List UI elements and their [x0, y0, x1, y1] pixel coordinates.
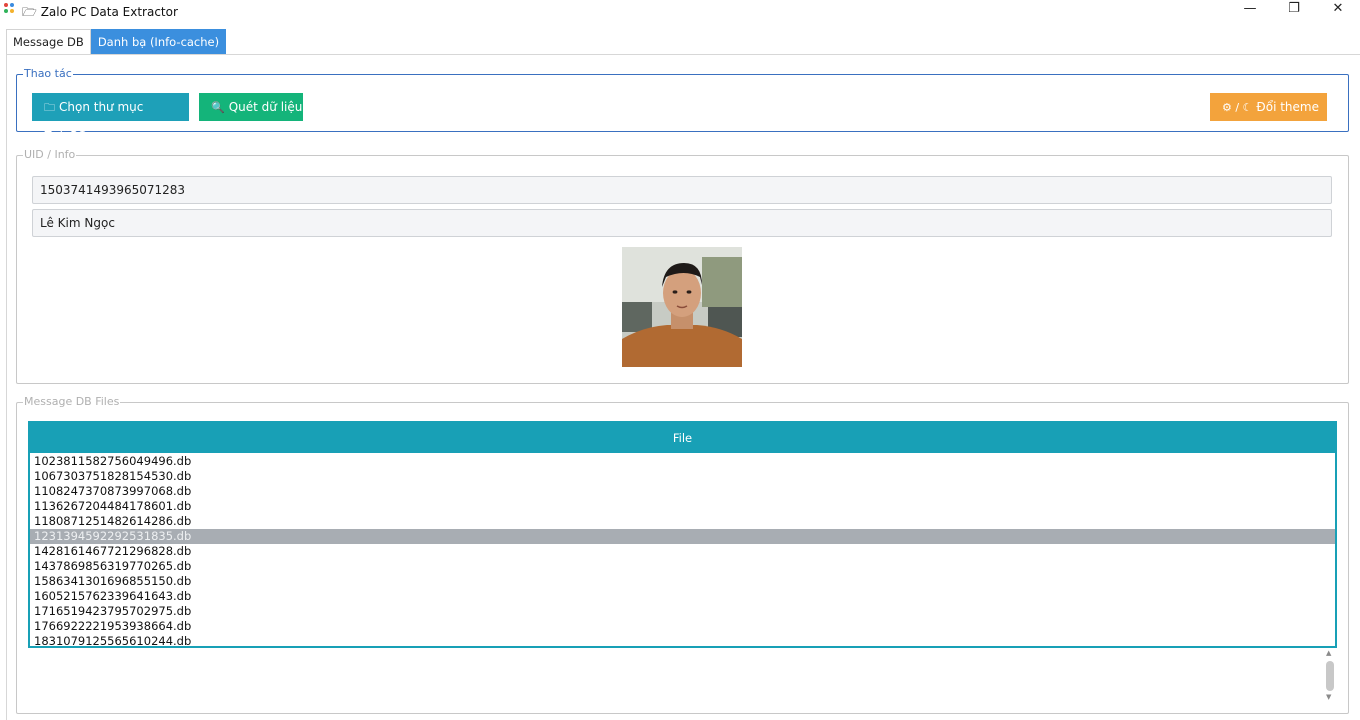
- maximize-button[interactable]: ❐: [1272, 0, 1316, 20]
- name-field[interactable]: Lê Kim Ngọc: [32, 209, 1332, 237]
- tab-message-db[interactable]: Message DB: [6, 29, 91, 54]
- actions-group-title: Thao tác: [23, 67, 73, 81]
- table-row[interactable]: 1586341301696855150.db: [30, 574, 1335, 589]
- tab-contacts-info-cache[interactable]: Danh bạ (Info-cache): [90, 29, 227, 54]
- scroll-up-arrow-icon[interactable]: ▲: [1326, 649, 1331, 657]
- table-row[interactable]: 1831079125565610244.db: [30, 634, 1335, 649]
- table-row[interactable]: 1067303751828154530.db: [30, 469, 1335, 484]
- scroll-thumb[interactable]: [1326, 661, 1334, 691]
- column-header-file[interactable]: File: [30, 423, 1335, 453]
- choose-folder-button[interactable]: 🗀 Chọn thư mục ZaloPC: [32, 93, 189, 143]
- tab-panel: Thao tác 🗀 Chọn thư mục ZaloPC 🔍 Quét dữ l…: [6, 54, 1360, 720]
- search-icon: 🔍: [211, 101, 225, 114]
- minimize-button[interactable]: —: [1228, 0, 1272, 20]
- scan-button[interactable]: 🔍 Quét dữ liệu: [199, 93, 303, 121]
- files-table[interactable]: File 1023811582756049496.db 106730375182…: [28, 421, 1337, 648]
- uid-info-group-title: UID / Info: [23, 148, 77, 162]
- close-button[interactable]: ✕: [1316, 0, 1360, 20]
- uid-field[interactable]: 1503741493965071283: [32, 176, 1332, 204]
- tab-bar: Message DB Danh bạ (Info-cache): [6, 29, 227, 54]
- title-bar: 🗁 Zalo PC Data Extractor — ❐ ✕: [0, 0, 1360, 20]
- table-row[interactable]: 1428161467721296828.db: [30, 544, 1335, 559]
- table-row[interactable]: 1437869856319770265.db: [30, 559, 1335, 574]
- table-row[interactable]: 1716519423795702975.db: [30, 604, 1335, 619]
- table-row[interactable]: 1605215762339641643.db: [30, 589, 1335, 604]
- folder-icon: 🗀: [44, 101, 55, 114]
- message-db-files-group-title: Message DB Files: [23, 395, 121, 409]
- table-row[interactable]: 1136267204484178601.db: [30, 499, 1335, 514]
- app-dots-icon: [4, 3, 16, 15]
- window-title: 🗁 Zalo PC Data Extractor: [22, 5, 178, 19]
- table-row[interactable]: 1108247370873997068.db: [30, 484, 1335, 499]
- avatar: [622, 247, 742, 367]
- uid-info-group: UID / Info 1503741493965071283 Lê Kim Ng…: [16, 148, 1349, 384]
- scan-label: Quét dữ liệu: [228, 100, 303, 114]
- table-row[interactable]: 1766922221953938664.db: [30, 619, 1335, 634]
- profile-photo: [622, 247, 742, 367]
- scroll-down-arrow-icon[interactable]: ▼: [1326, 693, 1331, 701]
- table-row[interactable]: 1023811582756049496.db: [30, 454, 1335, 469]
- theme-icon: ⚙ / ☾: [1222, 101, 1253, 114]
- toggle-theme-label: Đổi theme: [1256, 100, 1319, 114]
- table-row-selected[interactable]: 1231394592292531835.db: [30, 529, 1335, 544]
- files-list: 1023811582756049496.db 10673037518281545…: [30, 453, 1335, 649]
- message-db-files-group: Message DB Files File 102381158275604949…: [16, 395, 1349, 714]
- toggle-theme-button[interactable]: ⚙ / ☾ Đổi theme: [1210, 93, 1327, 121]
- table-row[interactable]: 1180871251482614286.db: [30, 514, 1335, 529]
- choose-folder-label: Chọn thư mục ZaloPC: [44, 100, 144, 143]
- actions-group: Thao tác 🗀 Chọn thư mục ZaloPC 🔍 Quét dữ l…: [16, 67, 1349, 143]
- vertical-scrollbar[interactable]: ▲ ▼: [1324, 649, 1336, 705]
